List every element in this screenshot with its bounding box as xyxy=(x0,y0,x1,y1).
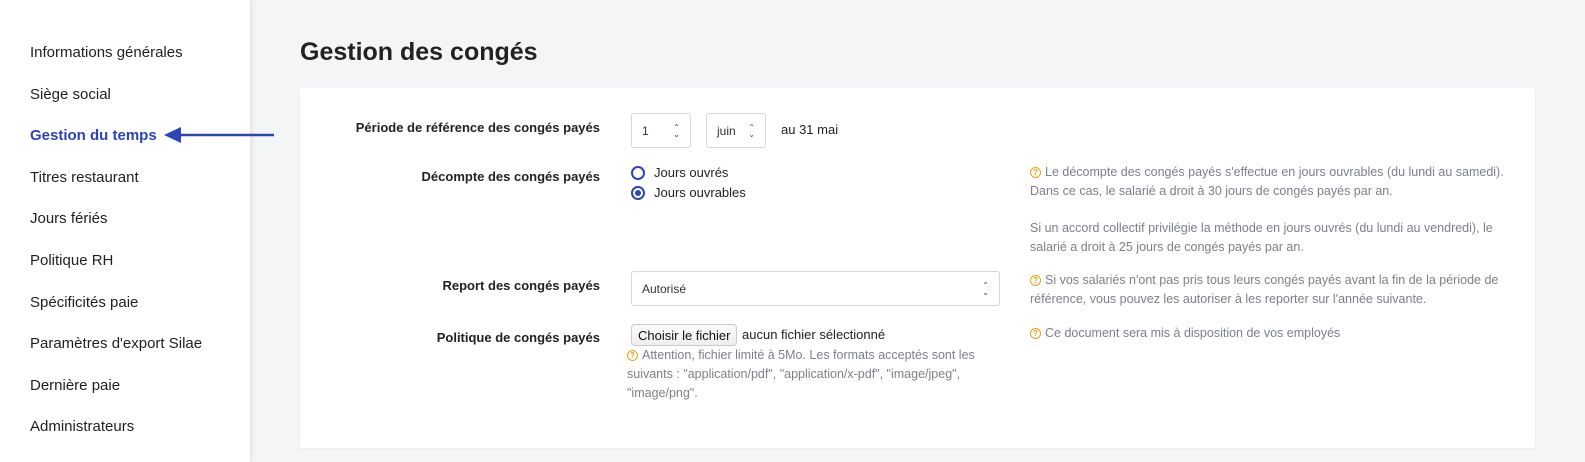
count-method-label: Décompte des congés payés xyxy=(421,169,600,184)
question-circle-icon: ? xyxy=(1030,328,1041,339)
reference-period-label: Période de référence des congés payés xyxy=(355,120,600,135)
question-circle-icon: ? xyxy=(627,350,638,361)
radio-jours-ouvrables[interactable]: Jours ouvrables xyxy=(631,185,746,200)
sidebar-item-derniere-paie[interactable]: Dernière paie xyxy=(30,377,120,394)
carryover-help-text: Si vos salariés n'ont pas pris tous leur… xyxy=(1030,273,1499,306)
sidebar-item-specificites-paie[interactable]: Spécificités paie xyxy=(30,294,138,311)
sidebar-item-administrateurs[interactable]: Administrateurs xyxy=(30,418,134,435)
count-method-help: ? Le décompte des congés payés s'effectue… xyxy=(1030,163,1510,201)
count-method-help-text-1: Le décompte des congés payés s'effectue … xyxy=(1030,165,1504,198)
up-down-caret-icon: ⌃ ⌄ xyxy=(673,122,680,139)
arrow-icon xyxy=(164,127,274,143)
reference-month-value: juin xyxy=(717,123,736,138)
sidebar-item-jours-feries[interactable]: Jours fériés xyxy=(30,210,108,227)
radio-checked-icon xyxy=(631,185,645,200)
reference-day-value: 1 xyxy=(642,123,649,138)
up-down-caret-icon: ⌃ ⌄ xyxy=(982,280,989,297)
sidebar-item-gestion-du-temps[interactable]: Gestion du temps xyxy=(30,127,157,144)
carryover-help: ? Si vos salariés n'ont pas pris tous leu… xyxy=(1030,271,1510,309)
sidebar-item-politique-rh[interactable]: Politique RH xyxy=(30,252,113,269)
file-warning-text: Attention, fichier limité à 5Mo. Les for… xyxy=(627,348,975,400)
sidebar: Informations générales Siège social Gest… xyxy=(0,0,250,462)
carryover-select[interactable]: Autorisé ⌃ ⌄ xyxy=(631,271,1000,306)
reference-day-select[interactable]: 1 ⌃ ⌄ xyxy=(631,113,691,148)
sidebar-item-siege-social[interactable]: Siège social xyxy=(30,86,111,103)
page-title: Gestion des congés xyxy=(300,38,538,66)
carryover-value: Autorisé xyxy=(642,281,687,296)
up-down-caret-icon: ⌃ ⌄ xyxy=(748,122,755,139)
no-file-selected-text: aucun fichier sélectionné xyxy=(742,327,886,342)
question-circle-icon: ? xyxy=(1030,167,1041,178)
radio-jours-ouvrables-label: Jours ouvrables xyxy=(654,185,746,200)
radio-unchecked-icon xyxy=(631,165,645,180)
choose-file-button[interactable]: Choisir le fichier xyxy=(631,324,738,346)
leave-settings-card: Période de référence des congés payés 1 … xyxy=(300,88,1535,448)
sidebar-item-informations-generales[interactable]: Informations générales xyxy=(30,44,183,61)
policy-help: ? Ce document sera mis à disposition de v… xyxy=(1030,324,1510,343)
count-method-help-2: Si un accord collectif privilégie la mét… xyxy=(1030,219,1510,257)
sidebar-item-titres-restaurant[interactable]: Titres restaurant xyxy=(30,169,139,186)
radio-jours-ouvres[interactable]: Jours ouvrés xyxy=(631,165,728,180)
radio-jours-ouvres-label: Jours ouvrés xyxy=(654,165,729,180)
carryover-label: Report des congés payés xyxy=(442,278,601,293)
file-warning: ? Attention, fichier limité à 5Mo. Les fo… xyxy=(627,346,997,403)
reference-month-select[interactable]: juin ⌃ ⌄ xyxy=(706,113,766,148)
policy-label: Politique de congés payés xyxy=(436,330,600,345)
policy-help-text: Ce document sera mis à disposition de vo… xyxy=(1045,326,1341,340)
reference-period-suffix: au 31 mai xyxy=(781,122,839,137)
sidebar-item-parametres-export-silae[interactable]: Paramètres d'export Silae xyxy=(30,335,202,352)
question-circle-icon: ? xyxy=(1030,275,1041,286)
count-method-help-text-2: Si un accord collectif privilégie la mét… xyxy=(1030,221,1493,254)
